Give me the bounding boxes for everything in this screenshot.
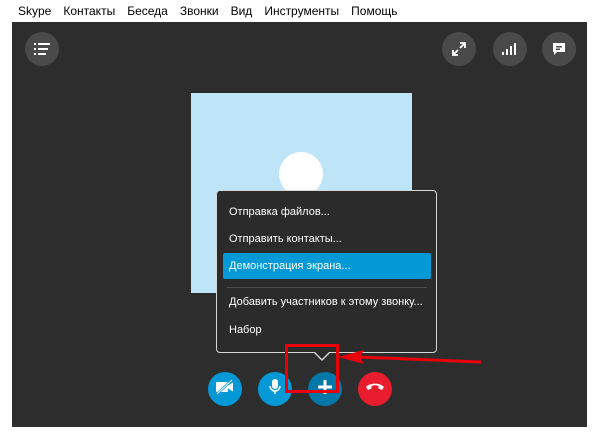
annotation-arrow-icon: [336, 332, 486, 377]
menu-conversation[interactable]: Беседа: [121, 0, 174, 22]
microphone-icon: [268, 378, 282, 401]
fullscreen-icon: [451, 41, 467, 57]
menu-view[interactable]: Вид: [225, 0, 259, 22]
chat-button[interactable]: [542, 32, 576, 66]
menu-bar: Skype Контакты Беседа Звонки Вид Инструм…: [0, 0, 600, 22]
call-list-button[interactable]: [25, 32, 59, 66]
video-toggle-button[interactable]: [208, 372, 242, 406]
list-menu-icon: [34, 42, 50, 56]
call-quality-button[interactable]: [493, 32, 527, 66]
menu-help[interactable]: Помощь: [345, 0, 403, 22]
video-off-icon: [215, 378, 235, 400]
menu-calls[interactable]: Звонки: [174, 0, 225, 22]
menu-tools[interactable]: Инструменты: [258, 0, 345, 22]
menu-item-add-participants[interactable]: Добавить участников к этому звонку...: [223, 289, 431, 315]
menu-item-send-contacts[interactable]: Отправить контакты...: [223, 226, 431, 252]
menu-skype[interactable]: Skype: [0, 0, 57, 22]
hang-up-button[interactable]: [358, 372, 392, 406]
signal-quality-icon: [502, 42, 518, 56]
fullscreen-button[interactable]: [442, 32, 476, 66]
menu-item-send-files[interactable]: Отправка файлов...: [223, 199, 431, 225]
menu-contacts[interactable]: Контакты: [57, 0, 121, 22]
menu-item-screen-share[interactable]: Демонстрация экрана...: [223, 253, 431, 279]
add-popup-menu: Отправка файлов... Отправить контакты...…: [216, 190, 437, 353]
chat-icon: [551, 41, 567, 57]
hang-up-icon: [365, 380, 385, 398]
annotation-highlight-box: [285, 344, 339, 393]
menu-separator: [227, 287, 427, 288]
